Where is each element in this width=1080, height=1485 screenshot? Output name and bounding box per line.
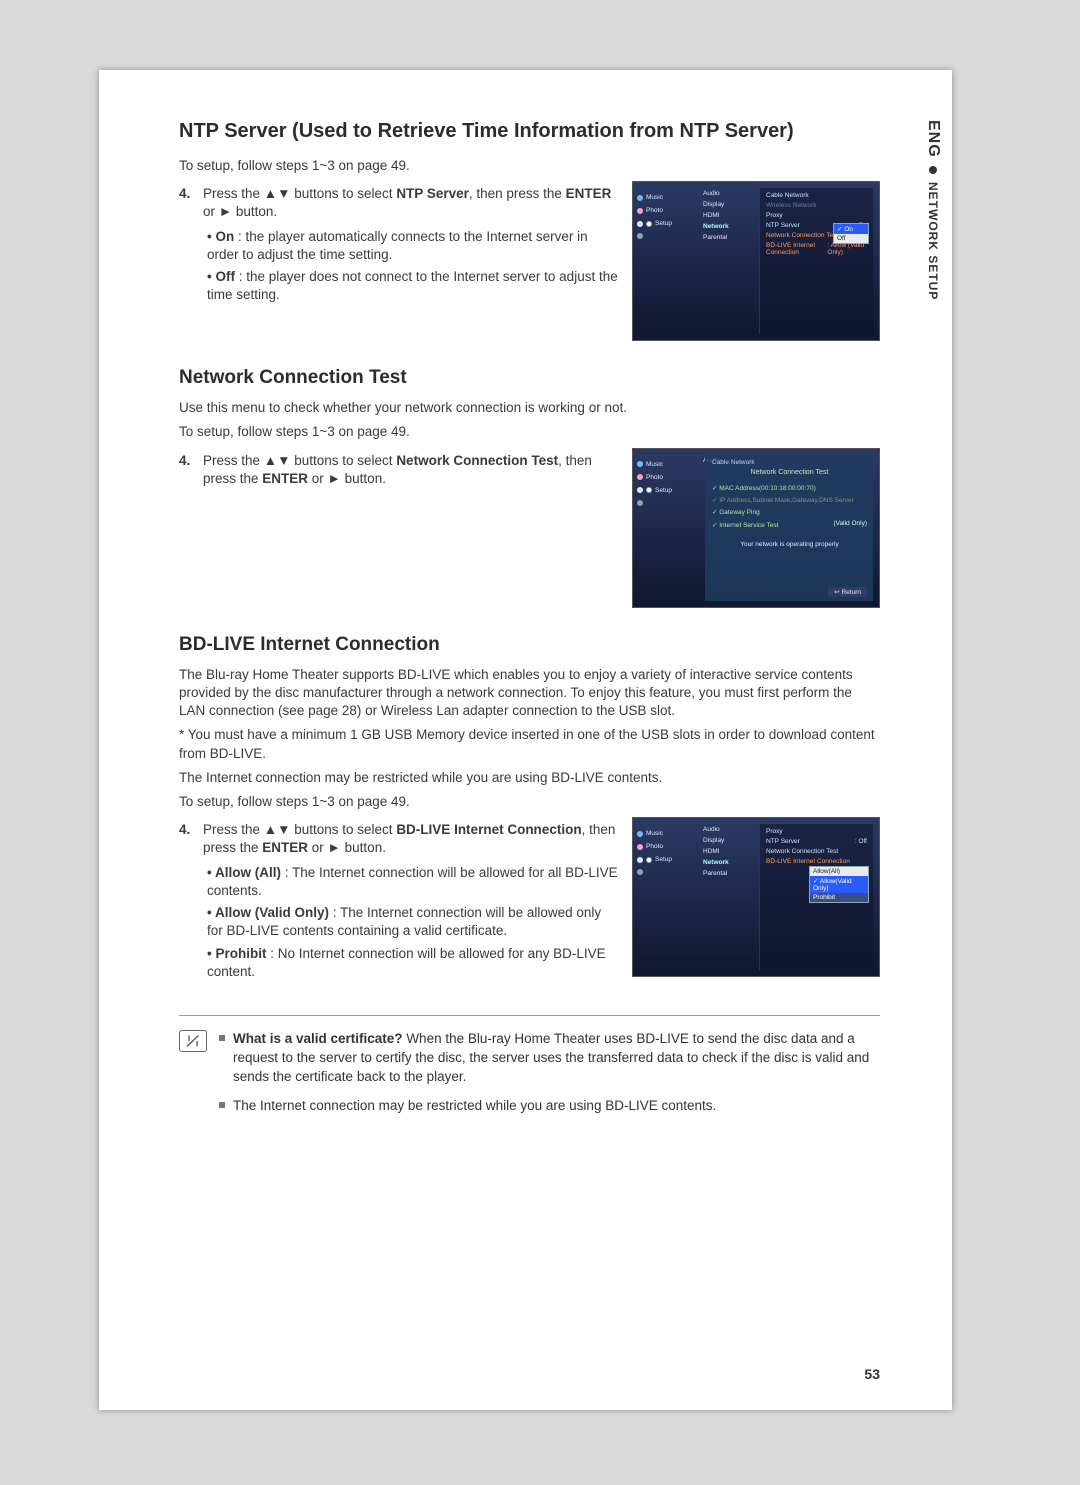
section-label: NETWORK SETUP [926, 182, 940, 300]
language-label: ENG [924, 120, 942, 158]
ui-screenshot-ntp: Music Photo Setup Audio Display HDMI Net… [632, 181, 880, 341]
home-icon [637, 233, 643, 239]
step-number: 4. [179, 821, 197, 839]
step-4-nct: 4. Press the ▲▼ buttons to select Networ… [179, 452, 618, 488]
note-box: What is a valid certificate? When the Bl… [179, 1015, 880, 1126]
shot-mid: Audio Display HDMI Network Parental [703, 190, 753, 241]
note-item-1: What is a valid certificate? When the Bl… [219, 1030, 880, 1087]
option-off: Off : the player does not connect to the… [207, 268, 618, 304]
photo-icon [637, 844, 643, 850]
section-title-bdlive: BD-LIVE Internet Connection [179, 634, 880, 656]
setup-line: To setup, follow steps 1~3 on page 49. [179, 423, 880, 441]
option-on: On : the player automatically connects t… [207, 228, 618, 264]
step-4-ntp: 4. Press the ▲▼ buttons to select NTP Se… [179, 185, 618, 221]
clock-icon [637, 221, 643, 227]
nct-block: 4. Press the ▲▼ buttons to select Networ… [179, 448, 880, 608]
step-4-bd: 4. Press the ▲▼ buttons to select BD-LIV… [179, 821, 618, 857]
ntp-dropdown: ✓ On Off [833, 223, 869, 244]
shot-right: Cable Network Wireless Network Proxy NTP… [759, 188, 873, 334]
bullet-icon [219, 1035, 225, 1041]
nct-status: Your network is operating properly [712, 541, 867, 548]
setup-line: To setup, follow steps 1~3 on page 49. [179, 793, 880, 811]
music-icon [637, 461, 643, 467]
step-number: 4. [179, 185, 197, 203]
home-icon [637, 500, 643, 506]
shot-mid: Audio Display HDMI Network Parental [703, 826, 753, 877]
note-item-2: The Internet connection may be restricte… [219, 1097, 880, 1116]
gear-icon [646, 221, 652, 227]
music-icon [637, 195, 643, 201]
bd-p3: The Internet connection may be restricte… [179, 769, 880, 787]
gear-icon [646, 487, 652, 493]
section-title-nct: Network Connection Test [179, 367, 880, 389]
bd-p1: The Blu-ray Home Theater supports BD-LIV… [179, 666, 880, 721]
step-text: Press the ▲▼ buttons to select NTP Serve… [203, 185, 618, 221]
ui-screenshot-nct: Music Photo Setup Audio Cable Network Ne… [632, 448, 880, 608]
home-icon [637, 869, 643, 875]
shot-nav: Music Photo Setup [637, 461, 699, 506]
option-allow-valid: Allow (Valid Only) : The Internet connec… [207, 904, 618, 940]
bd-options: Allow (All) : The Internet connection wi… [207, 864, 618, 981]
bullet-icon [219, 1102, 225, 1108]
page-number: 53 [864, 1366, 880, 1382]
step-text: Press the ▲▼ buttons to select BD-LIVE I… [203, 821, 618, 857]
shot-nav: Music Photo Setup [637, 830, 699, 875]
manual-page: ENG NETWORK SETUP NTP Server (Used to Re… [99, 70, 952, 1410]
shot-nav: Music Photo Setup [637, 194, 699, 239]
side-tab: ENG NETWORK SETUP [924, 120, 942, 300]
nct-intro: Use this menu to check whether your netw… [179, 399, 880, 417]
ntp-options: On : the player automatically connects t… [207, 228, 618, 305]
clock-icon [637, 487, 643, 493]
nct-panel-title: Network Connection Test [712, 469, 867, 476]
music-icon [637, 831, 643, 837]
return-button[interactable]: ↩ Return [828, 587, 867, 597]
option-allow-all: Allow (All) : The Internet connection wi… [207, 864, 618, 900]
shot-right: Proxy NTP Server: Off Network Connection… [759, 824, 873, 970]
bd-dropdown: Allow(All) ✓ Allow(Valid Only) Prohibit [809, 866, 869, 903]
photo-icon [637, 474, 643, 480]
bdlive-block: 4. Press the ▲▼ buttons to select BD-LIV… [179, 817, 880, 987]
option-prohibit: Prohibit : No Internet connection will b… [207, 945, 618, 981]
gear-icon [646, 857, 652, 863]
photo-icon [637, 208, 643, 214]
section-title-ntp: NTP Server (Used to Retrieve Time Inform… [179, 120, 880, 143]
step-number: 4. [179, 452, 197, 470]
shot-right: Cable Network Network Connection Test ✓ … [705, 455, 873, 601]
note-icon [179, 1030, 207, 1052]
setup-line: To setup, follow steps 1~3 on page 49. [179, 157, 880, 175]
bd-p2: * You must have a minimum 1 GB USB Memor… [179, 726, 880, 762]
step-text: Press the ▲▼ buttons to select Network C… [203, 452, 618, 488]
clock-icon [637, 857, 643, 863]
ntp-block: 4. Press the ▲▼ buttons to select NTP Se… [179, 181, 880, 341]
ui-screenshot-bd: Music Photo Setup Audio Display HDMI Net… [632, 817, 880, 977]
bullet-icon [929, 166, 937, 174]
